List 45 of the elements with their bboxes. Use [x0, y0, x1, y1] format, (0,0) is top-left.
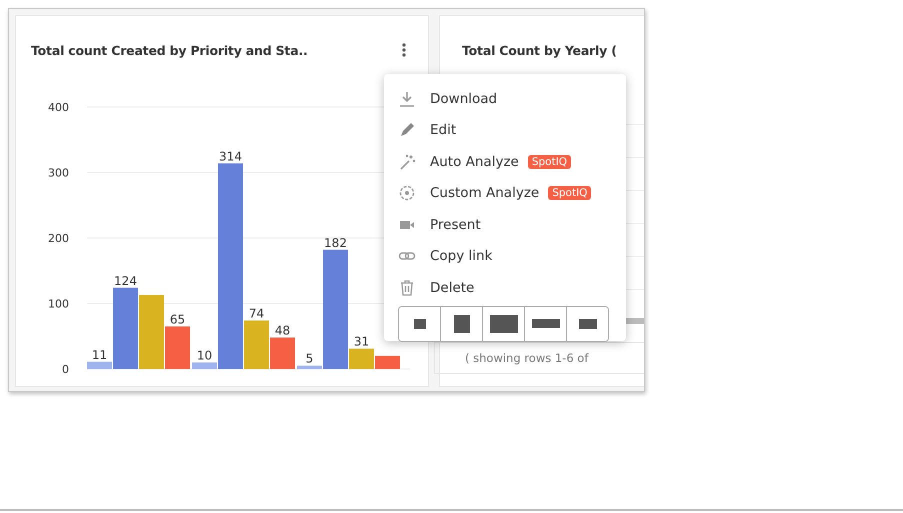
menu-item[interactable]: Delete	[398, 272, 611, 304]
data-label: 11	[92, 348, 108, 362]
data-label: 10	[196, 348, 212, 362]
card-title: Total Count by Yearly (	[462, 42, 617, 58]
tile-size-icon	[490, 314, 518, 332]
spotiq-badge: SpotIQ	[548, 186, 592, 200]
download-icon	[399, 90, 415, 107]
link-icon	[398, 252, 416, 260]
data-label: 124	[114, 274, 137, 288]
more-options-icon[interactable]	[402, 43, 406, 57]
tile-size-button[interactable]	[567, 306, 608, 340]
axis-tick-label: 0	[62, 363, 69, 376]
data-label: 65	[170, 312, 186, 326]
menu-item[interactable]: Custom Analyze SpotIQ	[398, 178, 611, 209]
pencil-icon	[401, 123, 414, 136]
card-title: Total count Created by Priority and Sta..	[31, 42, 308, 58]
tile-size-button[interactable]	[525, 306, 567, 340]
menu-item[interactable]: Auto Analyze SpotIQ	[398, 146, 611, 178]
spotiq-badge: SpotIQ	[528, 154, 572, 169]
data-label: 5	[306, 352, 314, 366]
axis-tick-label: 300	[48, 166, 69, 180]
data-label: 74	[248, 306, 264, 321]
axis-tick-label: 200	[48, 232, 69, 245]
tile-size-icon	[532, 319, 560, 328]
tile-size-button[interactable]	[399, 306, 441, 340]
row-count-text: ( showing rows 1-6 of	[465, 351, 588, 365]
tile-size-icon	[414, 318, 426, 328]
data-label: 48	[274, 324, 290, 338]
tile-size-button[interactable]	[483, 306, 525, 340]
menu-item[interactable]: Copy link	[398, 240, 611, 272]
menu-item[interactable]: Download	[398, 83, 611, 114]
video-camera-icon	[400, 220, 414, 229]
data-label: 31	[354, 334, 370, 349]
tile-size-icon	[578, 318, 596, 328]
axis-tick-label: 400	[48, 101, 69, 114]
menu-item[interactable]: Edit	[398, 114, 611, 146]
menu-item[interactable]: Present	[398, 209, 611, 240]
data-label: 182	[324, 236, 347, 250]
axis-tick-label: 100	[48, 298, 69, 310]
gear-icon	[400, 186, 414, 200]
data-label: 314	[219, 149, 242, 164]
tile-size-icon	[454, 314, 470, 332]
trash-icon	[400, 280, 414, 296]
tile-size-button[interactable]	[441, 306, 483, 340]
magic-wand-icon	[400, 154, 416, 170]
